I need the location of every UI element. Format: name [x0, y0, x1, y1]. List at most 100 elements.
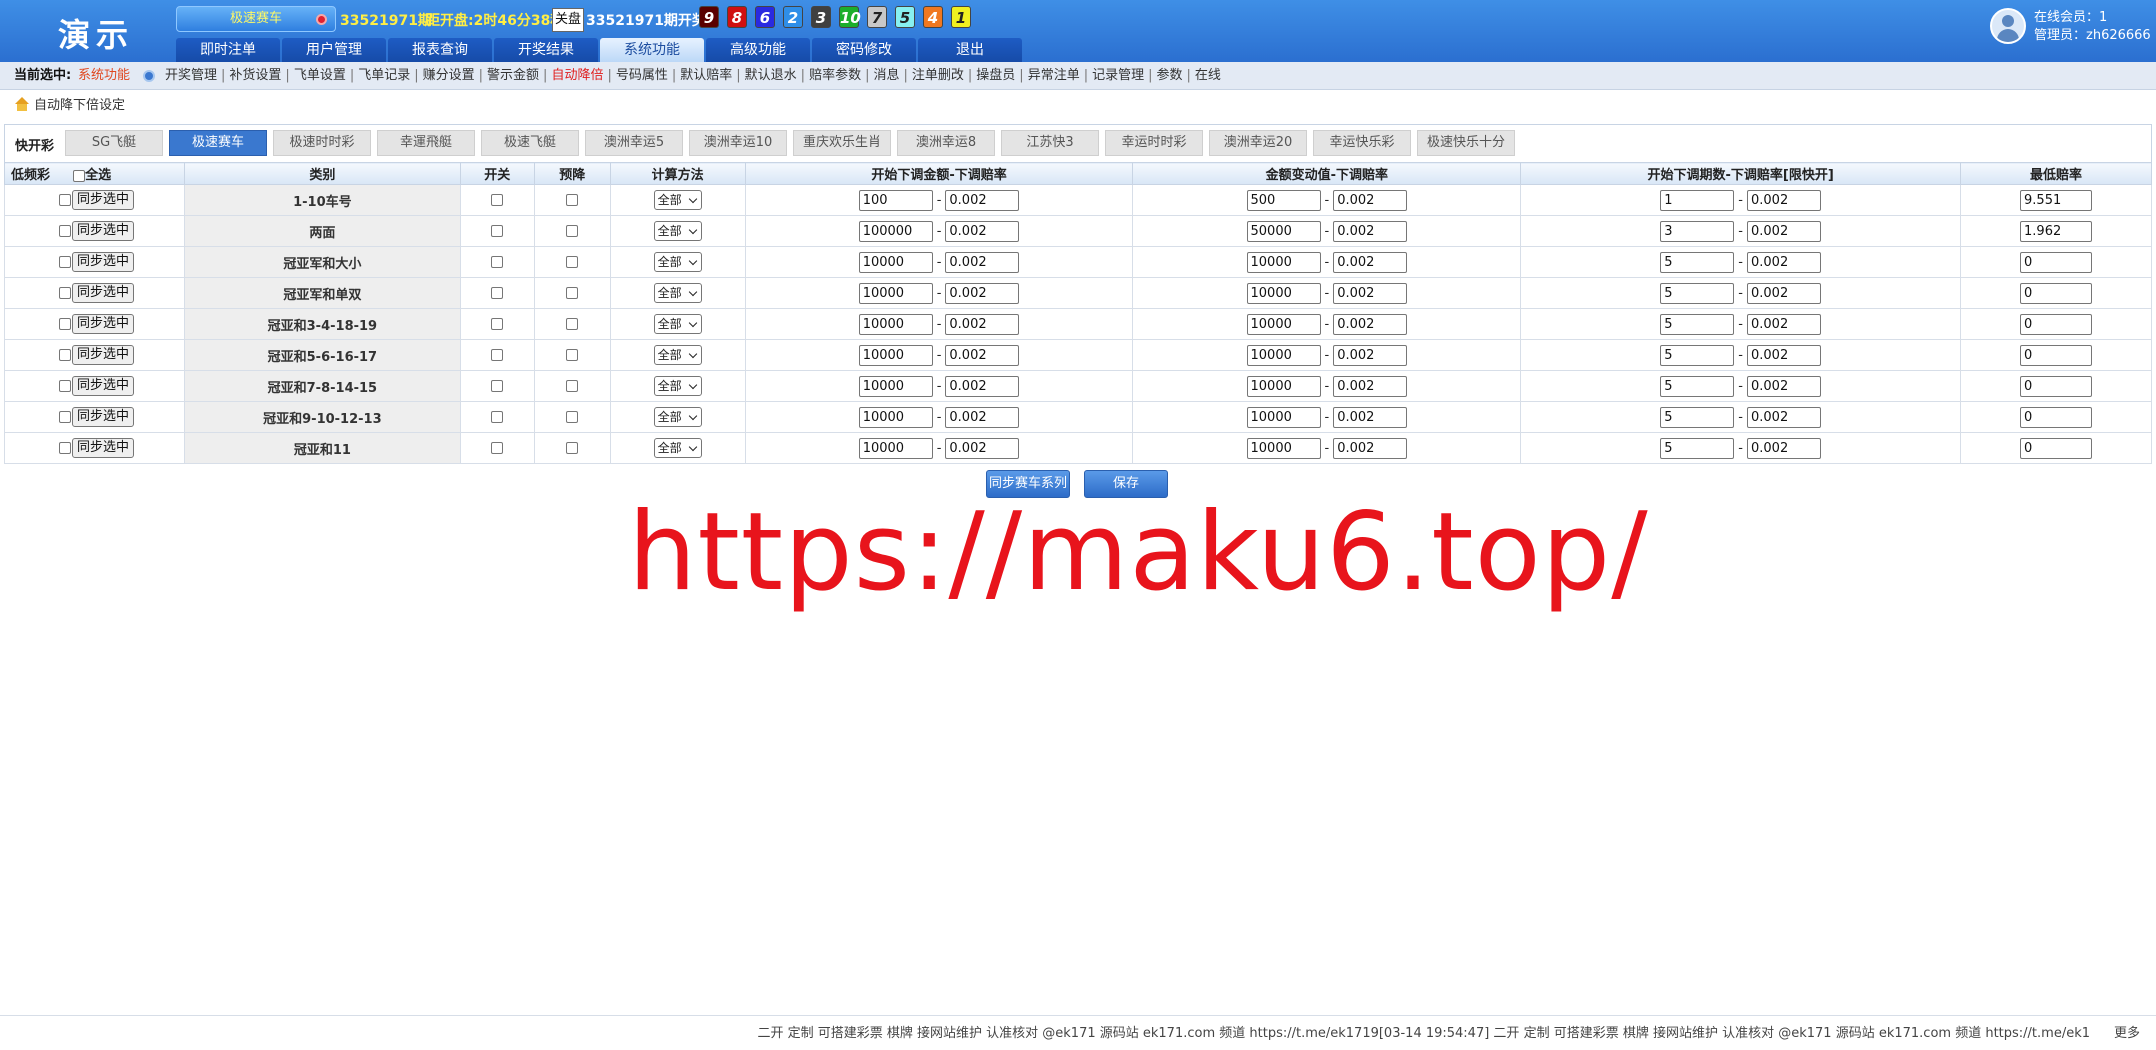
- start-amount-odds-input[interactable]: 0.002: [945, 251, 1020, 273]
- row-checkbox[interactable]: [59, 349, 71, 361]
- start-amount-input[interactable]: 10000: [858, 313, 933, 335]
- switch-checkbox[interactable]: [491, 256, 504, 268]
- lottery-tab[interactable]: 澳洲幸运8: [897, 130, 995, 156]
- sub-menu-link[interactable]: 开奖管理: [165, 68, 217, 83]
- lottery-tab[interactable]: 极速赛车: [169, 130, 267, 156]
- lottery-tab[interactable]: 极速时时彩: [273, 130, 371, 156]
- start-period-input[interactable]: 5: [1660, 437, 1735, 459]
- pre-lower-checkbox[interactable]: [566, 225, 579, 237]
- sub-menu-link[interactable]: 默认退水: [745, 68, 797, 83]
- switch-checkbox[interactable]: [491, 287, 504, 299]
- lottery-tab[interactable]: 澳洲幸运10: [689, 130, 787, 156]
- switch-checkbox[interactable]: [491, 411, 504, 423]
- sync-selected-button[interactable]: 同步选中: [72, 407, 135, 427]
- sub-menu-link[interactable]: 在线: [1195, 68, 1221, 83]
- row-checkbox[interactable]: [59, 380, 71, 392]
- pre-lower-checkbox[interactable]: [566, 256, 579, 268]
- lottery-tab[interactable]: 幸运时时彩: [1105, 130, 1203, 156]
- sub-menu-link[interactable]: 注单删改: [912, 68, 964, 83]
- min-odds-input[interactable]: 9.551: [2020, 189, 2093, 211]
- min-odds-input[interactable]: 0: [2020, 344, 2093, 366]
- switch-checkbox[interactable]: [491, 225, 504, 237]
- min-odds-input[interactable]: 0: [2020, 375, 2093, 397]
- switch-checkbox[interactable]: [491, 380, 504, 392]
- amount-change-odds-input[interactable]: 0.002: [1333, 344, 1408, 366]
- sub-menu-link[interactable]: 操盘员: [976, 68, 1015, 83]
- start-amount-input[interactable]: 10000: [858, 437, 933, 459]
- lottery-tab[interactable]: 澳洲幸运20: [1209, 130, 1307, 156]
- nav-item[interactable]: 密码修改: [812, 38, 916, 62]
- amount-change-input[interactable]: 10000: [1246, 313, 1321, 335]
- start-period-input[interactable]: 5: [1660, 375, 1735, 397]
- min-odds-input[interactable]: 0: [2020, 406, 2093, 428]
- lottery-tab[interactable]: 极速快乐十分: [1417, 130, 1515, 156]
- amount-change-input[interactable]: 10000: [1246, 437, 1321, 459]
- amount-change-input[interactable]: 10000: [1246, 406, 1321, 428]
- pre-lower-checkbox[interactable]: [566, 318, 579, 330]
- footer-more-link[interactable]: 更多: [2114, 1022, 2140, 1041]
- method-select[interactable]: 全部: [653, 438, 702, 458]
- row-checkbox[interactable]: [59, 442, 71, 454]
- amount-change-input[interactable]: 10000: [1246, 251, 1321, 273]
- row-checkbox[interactable]: [59, 411, 71, 423]
- nav-item[interactable]: 即时注单: [176, 38, 280, 62]
- min-odds-input[interactable]: 0: [2020, 437, 2093, 459]
- start-amount-odds-input[interactable]: 0.002: [945, 375, 1020, 397]
- sync-selected-button[interactable]: 同步选中: [72, 314, 135, 334]
- start-period-odds-input[interactable]: 0.002: [1747, 220, 1821, 242]
- nav-item[interactable]: 用户管理: [282, 38, 386, 62]
- current-game-selector[interactable]: 极速赛车: [176, 6, 336, 32]
- amount-change-odds-input[interactable]: 0.002: [1333, 313, 1408, 335]
- amount-change-input[interactable]: 10000: [1246, 282, 1321, 304]
- lottery-tab[interactable]: 江苏快3: [1001, 130, 1099, 156]
- sub-menu-link[interactable]: 补货设置: [229, 68, 281, 83]
- start-amount-odds-input[interactable]: 0.002: [945, 220, 1020, 242]
- start-period-odds-input[interactable]: 0.002: [1747, 437, 1821, 459]
- start-period-input[interactable]: 3: [1660, 220, 1735, 242]
- min-odds-input[interactable]: 0: [2020, 313, 2093, 335]
- start-period-odds-input[interactable]: 0.002: [1747, 282, 1821, 304]
- sub-menu-link[interactable]: 记录管理: [1092, 68, 1144, 83]
- lottery-tab[interactable]: 澳洲幸运5: [585, 130, 683, 156]
- amount-change-odds-input[interactable]: 0.002: [1333, 251, 1408, 273]
- sub-menu-link[interactable]: 飞单记录: [358, 68, 410, 83]
- sync-selected-button[interactable]: 同步选中: [72, 221, 135, 241]
- pre-lower-checkbox[interactable]: [566, 349, 579, 361]
- switch-checkbox[interactable]: [491, 442, 504, 454]
- nav-item[interactable]: 高级功能: [706, 38, 810, 62]
- amount-change-odds-input[interactable]: 0.002: [1333, 406, 1408, 428]
- sync-selected-button[interactable]: 同步选中: [72, 190, 135, 210]
- method-select[interactable]: 全部: [653, 314, 702, 334]
- start-amount-odds-input[interactable]: 0.002: [945, 282, 1020, 304]
- min-odds-input[interactable]: 0: [2020, 282, 2093, 304]
- nav-item[interactable]: 退出: [918, 38, 1022, 62]
- amount-change-input[interactable]: 10000: [1246, 344, 1321, 366]
- amount-change-odds-input[interactable]: 0.002: [1333, 189, 1408, 211]
- start-amount-input[interactable]: 10000: [858, 406, 933, 428]
- lottery-tab[interactable]: 幸運飛艇: [377, 130, 475, 156]
- amount-change-odds-input[interactable]: 0.002: [1333, 375, 1408, 397]
- sub-menu-link[interactable]: 自动降倍: [551, 68, 603, 83]
- min-odds-input[interactable]: 1.962: [2020, 220, 2093, 242]
- start-period-odds-input[interactable]: 0.002: [1747, 251, 1821, 273]
- start-amount-input[interactable]: 10000: [858, 251, 933, 273]
- row-checkbox[interactable]: [59, 194, 71, 206]
- pre-lower-checkbox[interactable]: [566, 287, 579, 299]
- sub-menu-link[interactable]: 飞单设置: [294, 68, 346, 83]
- start-period-odds-input[interactable]: 0.002: [1747, 375, 1821, 397]
- switch-checkbox[interactable]: [491, 349, 504, 361]
- method-select[interactable]: 全部: [653, 221, 702, 241]
- pre-lower-checkbox[interactable]: [566, 442, 579, 454]
- sync-selected-button[interactable]: 同步选中: [72, 376, 135, 396]
- method-select[interactable]: 全部: [653, 345, 702, 365]
- start-amount-odds-input[interactable]: 0.002: [945, 313, 1020, 335]
- start-period-input[interactable]: 5: [1660, 313, 1735, 335]
- switch-checkbox[interactable]: [491, 194, 504, 206]
- amount-change-odds-input[interactable]: 0.002: [1333, 437, 1408, 459]
- sub-menu-link[interactable]: 赔率参数: [809, 68, 861, 83]
- start-amount-odds-input[interactable]: 0.002: [945, 406, 1020, 428]
- sub-menu-link[interactable]: 赚分设置: [423, 68, 475, 83]
- start-period-input[interactable]: 5: [1660, 344, 1735, 366]
- sub-menu-link[interactable]: 异常注单: [1028, 68, 1080, 83]
- start-amount-odds-input[interactable]: 0.002: [945, 437, 1020, 459]
